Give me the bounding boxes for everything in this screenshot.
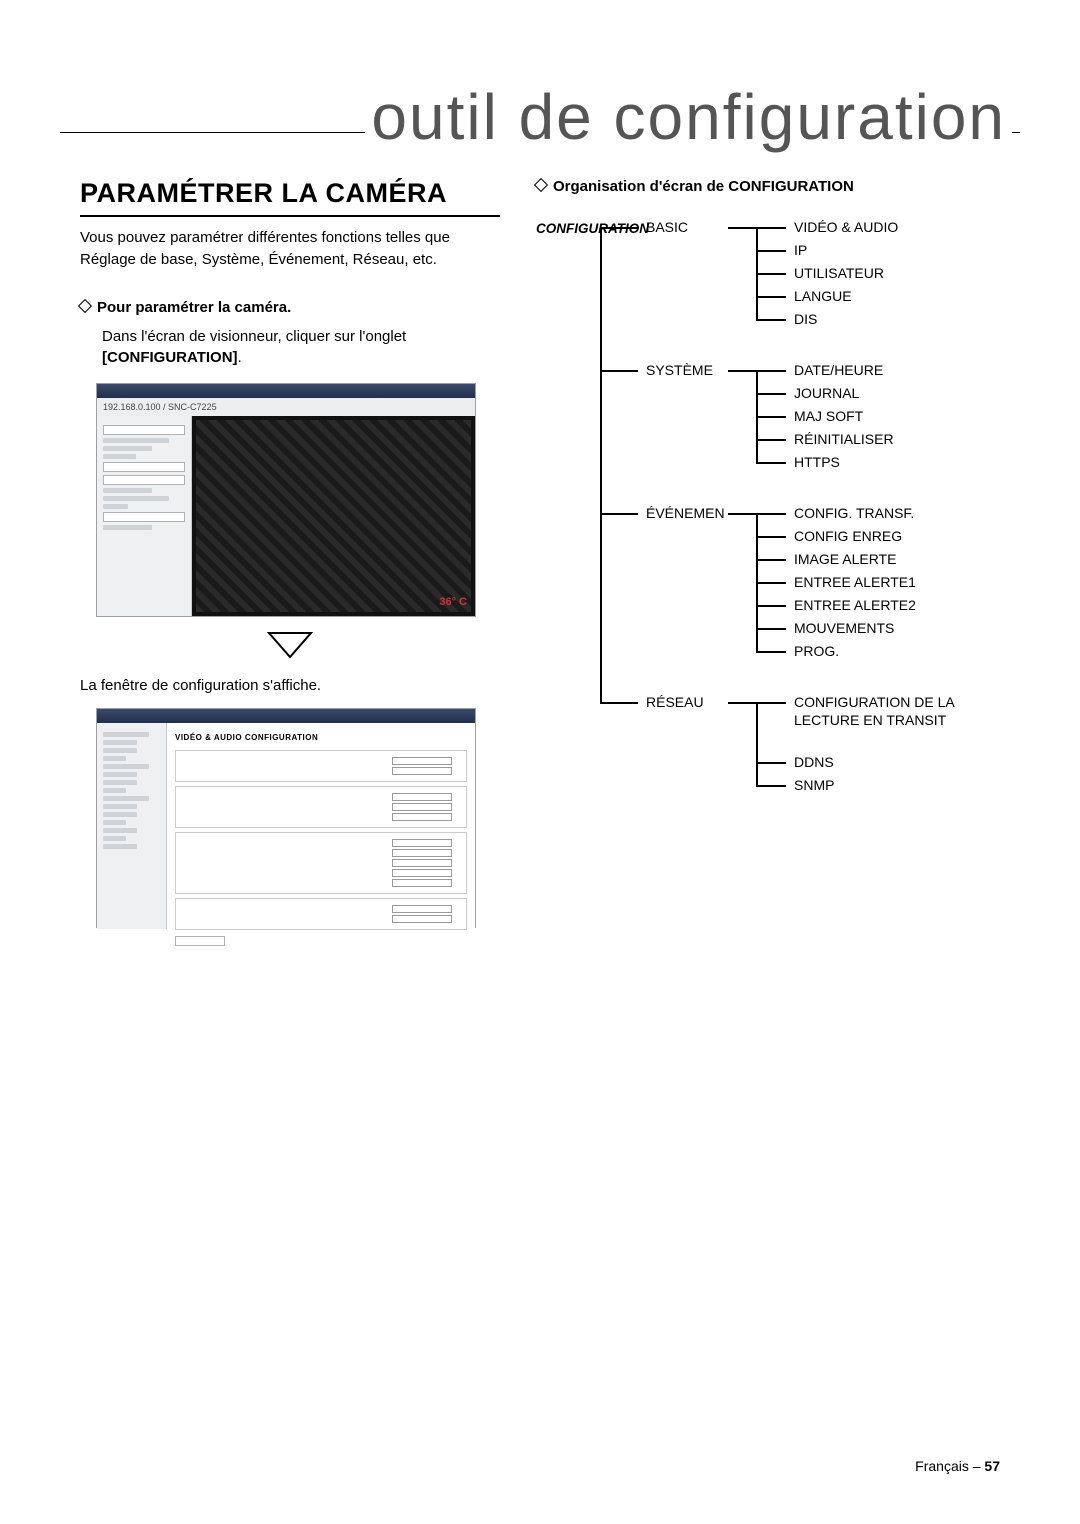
tree-connector (756, 416, 786, 418)
tree-connector (756, 227, 758, 321)
tree-connector (756, 319, 786, 321)
tree-leaf: VIDÉO & AUDIO (794, 219, 898, 235)
subheading-setup: Pour paramétrer la caméra. (80, 299, 500, 316)
tree-connector (756, 370, 758, 464)
right-column: Organisation d'écran de CONFIGURATION CO… (536, 178, 1000, 942)
tree-connector (600, 702, 638, 704)
org-subheading: Organisation d'écran de CONFIGURATION (536, 178, 1000, 195)
tree-connector (756, 513, 786, 515)
screenshot-viewer-titlebar (97, 384, 475, 398)
tree-leaf: CONFIG ENREG (794, 528, 902, 544)
tree-leaf: HTTPS (794, 454, 840, 470)
tree-leaf: PROG. (794, 643, 839, 659)
tree-connector (756, 762, 786, 764)
tree-trunk (600, 227, 602, 704)
screenshot-config-panel-title: VIDÉO & AUDIO CONFIGURATION (171, 727, 471, 746)
tree-leaf: IP (794, 242, 807, 258)
tree-node-evenemen: ÉVÉNEMEN (646, 505, 725, 521)
tree-leaf: DDNS (794, 754, 834, 770)
tree-connector (728, 227, 756, 229)
tree-leaf: MOUVEMENTS (794, 620, 894, 636)
tree-connector (756, 785, 786, 787)
tree-leaf: DIS (794, 311, 817, 327)
tree-leaf: MAJ SOFT (794, 408, 863, 424)
banner-title: outil de configuration (365, 80, 1012, 154)
screenshot-viewer-ip: 192.168.0.100 / SNC-C7225 (97, 398, 475, 416)
step-1-text-c: . (238, 349, 242, 366)
tree-connector (600, 227, 638, 229)
tree-leaf: IMAGE ALERTE (794, 551, 896, 567)
tree-connector (756, 559, 786, 561)
screenshot-config-titlebar (97, 709, 475, 723)
arrow-down-icon (267, 631, 313, 659)
tree-connector (728, 370, 756, 372)
tree-leaf: JOURNAL (794, 385, 859, 401)
screenshot-config: VIDÉO & AUDIO CONFIGURATION (96, 708, 476, 928)
page-footer: Français – 57 (915, 1458, 1000, 1474)
section-title: PARAMÉTRER LA CAMÉRA (80, 178, 500, 217)
tree-leaf: DATE/HEURE (794, 362, 883, 378)
page-banner: outil de configuration (80, 80, 1000, 170)
step-1-text: Dans l'écran de visionneur, cliquer sur … (102, 326, 500, 370)
tree-connector (756, 536, 786, 538)
tree-connector (756, 439, 786, 441)
config-tree: CONFIGURATION BASICVIDÉO & AUDIOIPUTILIS… (536, 215, 1000, 915)
left-column: PARAMÉTRER LA CAMÉRA Vous pouvez paramét… (80, 178, 500, 942)
screenshot-viewer-side-panel (97, 416, 192, 616)
subheading-setup-label: Pour paramétrer la caméra. (97, 299, 291, 316)
tree-connector (756, 702, 758, 787)
tree-connector (756, 296, 786, 298)
tree-leaf: RÉINITIALISER (794, 431, 894, 447)
tree-connector (756, 462, 786, 464)
tree-node-systeme: SYSTÈME (646, 362, 713, 378)
tree-connector (728, 513, 756, 515)
screenshot-viewer-video: 36° C (192, 416, 475, 616)
tree-leaf: ENTREE ALERTE2 (794, 597, 916, 613)
tree-node-reseau: RÉSEAU (646, 694, 704, 710)
tree-leaf: CONFIGURATION DE LA LECTURE EN TRANSIT (794, 694, 974, 729)
tree-connector (756, 651, 786, 653)
tree-connector (756, 582, 786, 584)
tree-connector (756, 628, 786, 630)
tree-leaf: UTILISATEUR (794, 265, 884, 281)
tree-connector (600, 370, 638, 372)
tree-leaf: LANGUE (794, 288, 852, 304)
diamond-bullet-icon (534, 178, 548, 192)
footer-lang: Français – (915, 1458, 984, 1474)
tree-connector (756, 513, 758, 653)
step-1-text-b: [CONFIGURATION] (102, 349, 238, 366)
screenshot-viewer: 192.168.0.100 / SNC-C7225 (96, 383, 476, 617)
tree-connector (756, 393, 786, 395)
tree-connector (756, 273, 786, 275)
tree-leaf: SNMP (794, 777, 834, 793)
tree-connector (756, 702, 786, 704)
step-1-text-a: Dans l'écran de visionneur, cliquer sur … (102, 328, 406, 345)
screenshot-config-main: VIDÉO & AUDIO CONFIGURATION (167, 723, 475, 929)
tree-connector (756, 250, 786, 252)
tree-leaf: ENTREE ALERTE1 (794, 574, 916, 590)
tree-leaf: CONFIG. TRANSF. (794, 505, 914, 521)
tree-connector (728, 702, 756, 704)
tree-node-basic: BASIC (646, 219, 688, 235)
tree-connector (756, 605, 786, 607)
screenshot-config-sidebar (97, 723, 167, 929)
diamond-bullet-icon (78, 298, 92, 312)
tree-connector (756, 370, 786, 372)
screenshot-viewer-temp-badge: 36° C (439, 596, 467, 608)
tree-connector (600, 513, 638, 515)
org-subheading-label: Organisation d'écran de CONFIGURATION (553, 178, 854, 195)
intro-paragraph: Vous pouvez paramétrer différentes fonct… (80, 227, 500, 271)
caption-config-window: La fenêtre de configuration s'affiche. (80, 677, 500, 694)
footer-page-number: 57 (984, 1458, 1000, 1474)
tree-connector (756, 227, 786, 229)
